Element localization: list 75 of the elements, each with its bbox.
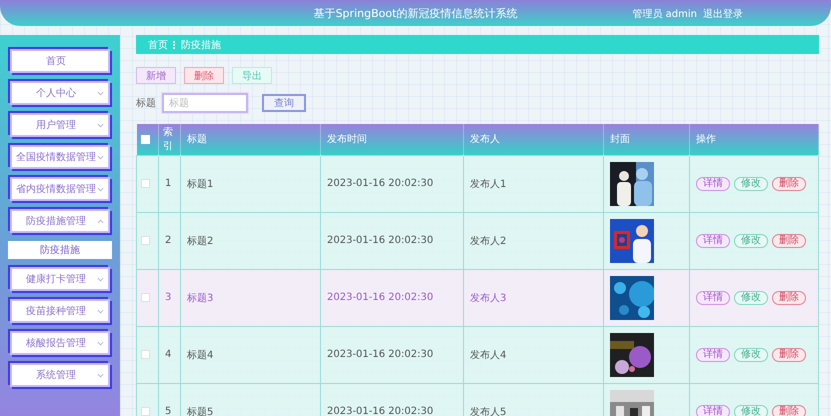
app-title: 基于SpringBoot的新冠疫情信息统计系统 <box>314 6 518 20</box>
search-button[interactable]: 查询 <box>262 94 306 112</box>
menu-item[interactable]: 健康打卡管理 <box>10 267 110 291</box>
table-cell: 2023-01-16 20:02:30 <box>320 212 464 269</box>
column-header: 封面 <box>610 134 630 146</box>
search-label: 标题 <box>136 96 156 110</box>
table-row[interactable]: 3 标题3 2023-01-16 20:02:30 发布人3 详情 修改 删除 <box>136 269 818 326</box>
table-cell: 发布人1 <box>464 155 604 212</box>
separator-icon <box>173 40 176 48</box>
menu-item[interactable]: 全国疫情数据管理 <box>10 145 110 169</box>
edit-button[interactable]: 修改 <box>734 290 768 304</box>
chevron-icon <box>97 340 104 347</box>
checkbox[interactable] <box>141 178 150 188</box>
edit-button[interactable]: 修改 <box>734 348 768 362</box>
table-row[interactable]: 5 标题5 2023-01-16 20:02:30 发布人5 详情 修改 删除 <box>136 383 818 416</box>
menu-item[interactable]: 用户管理 <box>10 113 110 137</box>
table-cell: 标题4 <box>180 326 320 383</box>
checkbox[interactable] <box>141 236 150 245</box>
column-header: 操作 <box>696 134 716 146</box>
menu-item[interactable]: 核酸报告管理 <box>10 331 110 355</box>
detail-button[interactable]: 详情 <box>696 290 730 304</box>
menu-item[interactable]: 省内疫情数据管理 <box>10 177 110 201</box>
table-cell: 3 <box>158 269 180 326</box>
delete-button[interactable]: 删除 <box>772 290 806 304</box>
table-row[interactable]: 4 标题4 2023-01-16 20:02:30 发布人4 详情 修改 删除 <box>136 326 818 383</box>
column-header: 发布人 <box>470 134 500 146</box>
detail-button[interactable]: 详情 <box>696 404 730 416</box>
checkbox[interactable] <box>141 406 150 416</box>
table-cell: 标题2 <box>180 212 320 269</box>
table-row[interactable]: 1 标题1 2023-01-16 20:02:30 发布人1 详情 修改 删除 <box>136 155 818 212</box>
edit-button[interactable]: 修改 <box>734 176 768 190</box>
table-cell: 标题1 <box>180 155 320 212</box>
search-field[interactable]: 标题 <box>162 93 248 113</box>
chevron-icon <box>97 276 104 283</box>
chevron-icon <box>97 186 104 193</box>
edit-button[interactable]: 修改 <box>734 234 768 248</box>
chevron-icon <box>97 308 104 315</box>
add-button[interactable]: 新增 <box>136 67 176 84</box>
delete-button[interactable]: 删除 <box>772 348 806 362</box>
table-cell: 2023-01-16 20:02:30 <box>320 269 464 326</box>
table-cell: 发布人3 <box>464 269 604 326</box>
chevron-icon <box>97 154 104 161</box>
table-cell: 1 <box>158 155 180 212</box>
chevron-icon <box>97 90 104 97</box>
menu-item[interactable]: 防疫措施管理 <box>10 209 110 233</box>
menu-item[interactable]: 系统管理 <box>10 363 110 387</box>
table-row[interactable]: 2 标题2 2023-01-16 20:02:30 发布人2 详情 修改 删除 <box>136 212 818 269</box>
delete-button[interactable]: 删除 <box>184 67 224 84</box>
table-cell: 标题3 <box>180 269 320 326</box>
column-header: 标题 <box>187 134 207 146</box>
table-cell: 发布人2 <box>464 212 604 269</box>
column-header: 索引 <box>163 127 173 152</box>
user-label: 管理员 admin <box>632 8 697 21</box>
table-cell: 2023-01-16 20:02:30 <box>320 155 464 212</box>
checkbox[interactable] <box>141 350 150 359</box>
detail-button[interactable]: 详情 <box>696 234 730 248</box>
detail-button[interactable]: 详情 <box>696 176 730 190</box>
checkbox[interactable] <box>141 292 150 302</box>
column-header: 发布时间 <box>327 134 367 146</box>
menu-item[interactable]: 疫苗接种管理 <box>10 299 110 323</box>
delete-button[interactable]: 删除 <box>772 404 806 416</box>
delete-button[interactable]: 删除 <box>772 234 806 248</box>
table-cell: 4 <box>158 326 180 383</box>
submenu-item[interactable]: 防疫措施 <box>8 241 112 259</box>
table-cell: 2 <box>158 212 180 269</box>
chevron-icon <box>97 122 104 129</box>
delete-button[interactable]: 删除 <box>772 176 806 190</box>
chevron-icon <box>97 372 104 379</box>
table-cell: 2023-01-16 20:02:30 <box>320 326 464 383</box>
table-cell: 发布人4 <box>464 326 604 383</box>
detail-button[interactable]: 详情 <box>696 348 730 362</box>
menu-item[interactable]: 首页 <box>10 49 110 73</box>
edit-button[interactable]: 修改 <box>734 404 768 416</box>
logout-link[interactable]: 退出登录 <box>703 7 743 21</box>
menu-item[interactable]: 个人中心 <box>10 81 110 105</box>
